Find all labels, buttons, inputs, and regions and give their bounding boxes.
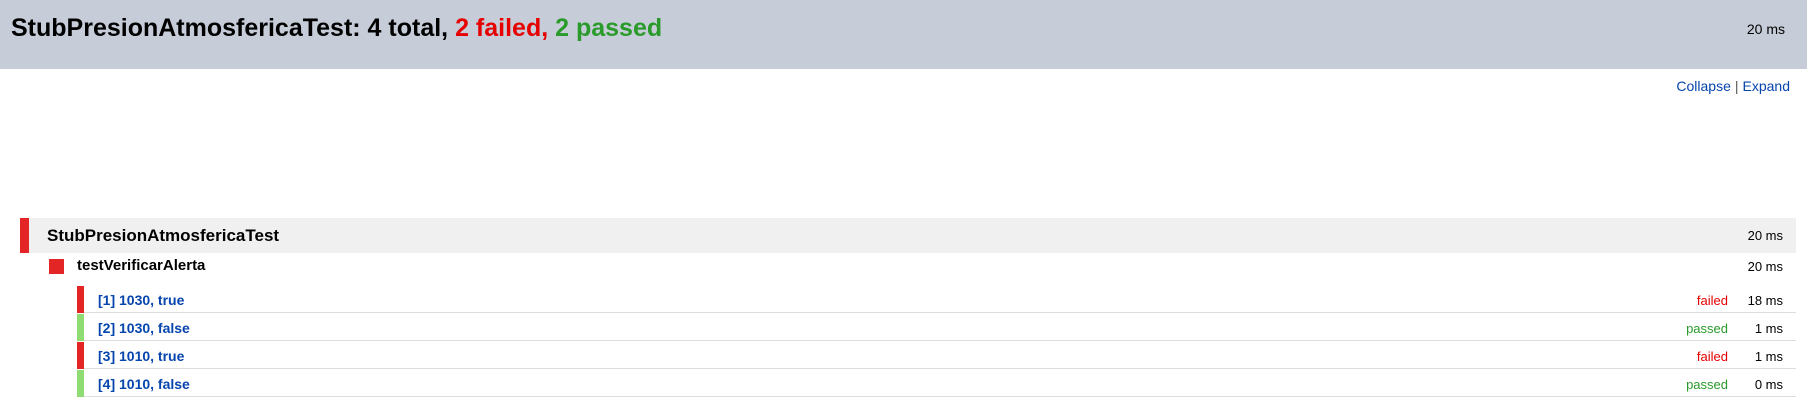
test-row: [3] 1010, true failed 1 ms — [77, 342, 1796, 369]
test-row: [1] 1030, true failed 18 ms — [77, 286, 1796, 313]
test-duration: 18 ms — [1747, 293, 1783, 308]
test-status-bar — [77, 342, 84, 369]
method-row[interactable]: testVerificarAlerta 20 ms — [49, 256, 1796, 280]
test-duration: 1 ms — [1754, 321, 1783, 336]
test-status-bar — [77, 286, 84, 313]
test-status-label: failed — [1696, 349, 1728, 364]
collapse-link[interactable]: Collapse — [1676, 78, 1730, 94]
summary-header: StubPresionAtmosfericaTest: 4 total, 2 f… — [0, 0, 1807, 69]
summary-duration: 20 ms — [1746, 21, 1785, 37]
test-name-link[interactable]: [1] 1030, true — [98, 292, 184, 308]
method-name: testVerificarAlerta — [77, 257, 206, 274]
tree-controls: Collapse | Expand — [1676, 78, 1790, 94]
test-status-label: passed — [1686, 377, 1728, 392]
method-duration: 20 ms — [1747, 259, 1783, 274]
suite-row[interactable]: StubPresionAtmosfericaTest 20 ms — [20, 218, 1796, 253]
suite-duration: 20 ms — [1747, 228, 1783, 243]
test-status-bar — [77, 314, 84, 341]
expand-link[interactable]: Expand — [1743, 78, 1790, 94]
test-name-link[interactable]: [4] 1010, false — [98, 376, 190, 392]
summary-total: StubPresionAtmosfericaTest: 4 total, — [11, 14, 449, 42]
test-row: [2] 1030, false passed 1 ms — [77, 314, 1796, 341]
controls-separator: | — [1734, 78, 1739, 94]
summary-failed-count: 2 failed, — [455, 14, 549, 42]
test-status-label: passed — [1686, 321, 1728, 336]
suite-name: StubPresionAtmosfericaTest — [47, 226, 280, 245]
summary-title: StubPresionAtmosfericaTest: 4 total, 2 f… — [11, 13, 662, 43]
summary-passed-count: 2 passed — [555, 14, 663, 42]
test-row: [4] 1010, false passed 0 ms — [77, 370, 1796, 397]
test-name-link[interactable]: [3] 1010, true — [98, 348, 184, 364]
test-status-bar — [77, 370, 84, 397]
test-duration: 1 ms — [1754, 349, 1783, 364]
method-status-marker — [49, 259, 64, 274]
test-status-label: failed — [1696, 293, 1728, 308]
test-name-link[interactable]: [2] 1030, false — [98, 320, 190, 336]
test-duration: 0 ms — [1754, 377, 1783, 392]
